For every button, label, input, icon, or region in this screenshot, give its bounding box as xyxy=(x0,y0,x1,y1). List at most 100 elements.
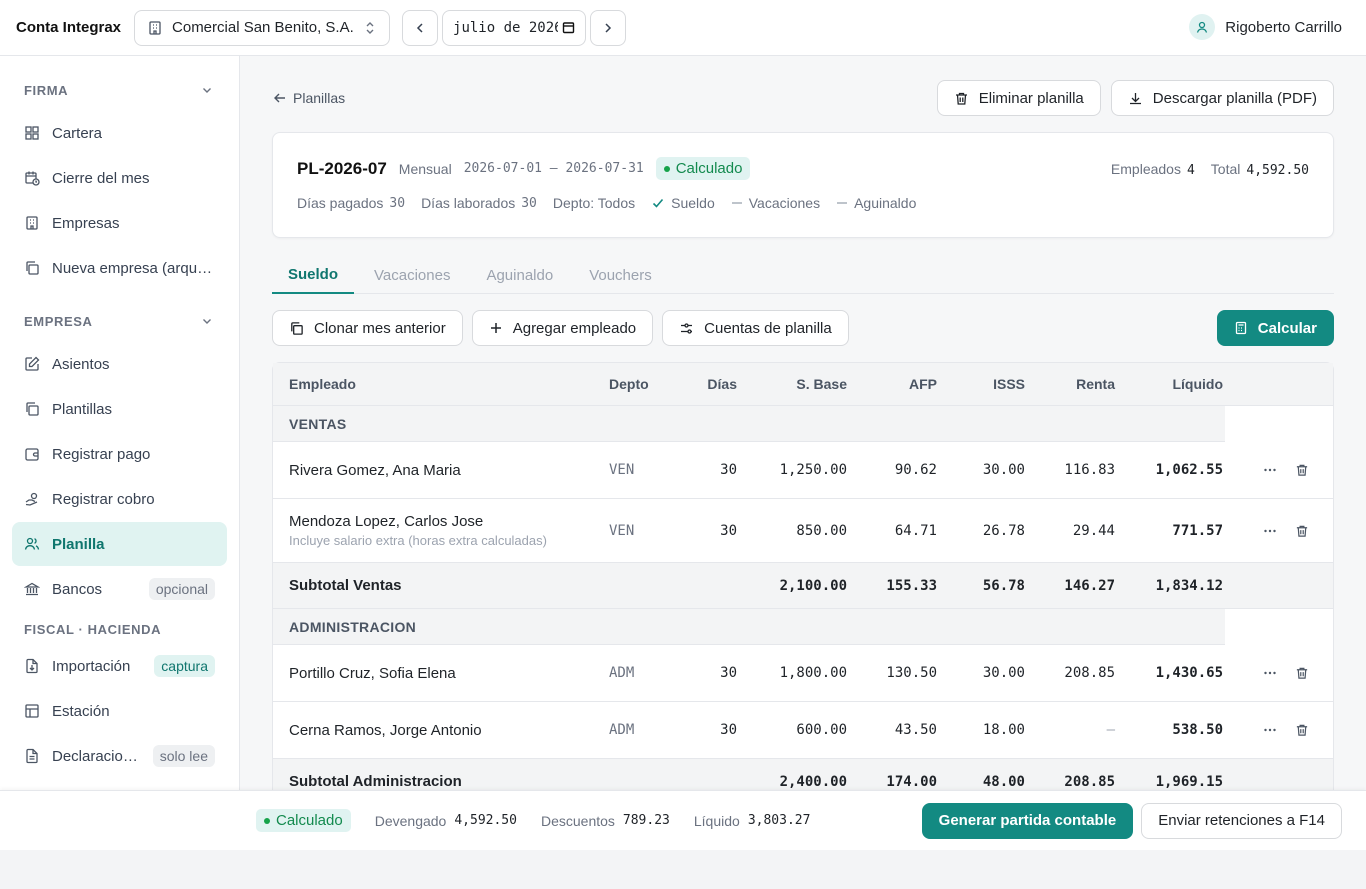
employee-isss: 30.00 xyxy=(982,462,1025,478)
trash-icon[interactable] xyxy=(1295,524,1309,538)
users-icon xyxy=(24,536,40,552)
employee-afp: 90.62 xyxy=(894,462,937,478)
column-header[interactable]: Empleado xyxy=(273,376,593,392)
tab-vouchers[interactable]: Vouchers xyxy=(573,256,668,294)
status-label: Calculado xyxy=(675,160,743,177)
column-header[interactable]: Renta xyxy=(1041,376,1131,392)
sidebar-item-registrar-pago[interactable]: Registrar pago xyxy=(12,432,227,476)
subtotal-afp: 155.33 xyxy=(886,577,937,594)
sidebar-section-firma[interactable]: FIRMA xyxy=(0,76,239,104)
table-header: Empleado Depto Días S. Base AFP ISSS Ren… xyxy=(273,363,1333,406)
month-input[interactable]: julio de 2026 xyxy=(442,9,587,46)
month-value: julio de 2026 xyxy=(453,19,559,36)
employee-days: 30 xyxy=(720,665,737,681)
sidebar-item-asientos[interactable]: Asientos xyxy=(12,342,227,386)
wallet-icon xyxy=(24,446,40,462)
delete-payroll-button[interactable]: Eliminar planilla xyxy=(936,80,1101,116)
column-header[interactable]: AFP xyxy=(863,376,953,392)
more-icon[interactable] xyxy=(1263,463,1277,477)
payroll-range: 2026-07-01 – 2026-07-31 xyxy=(463,161,644,176)
back-link[interactable]: Planillas xyxy=(273,90,345,106)
group-row: ADMINISTRACION xyxy=(273,608,1333,645)
employees-value: 4 xyxy=(1186,163,1195,178)
column-header[interactable]: Depto xyxy=(593,376,673,392)
more-icon[interactable] xyxy=(1263,524,1277,538)
chevron-down-icon xyxy=(201,315,213,327)
grid-icon xyxy=(24,125,40,141)
employee-days: 30 xyxy=(720,462,737,478)
sidebar-item-bancos[interactable]: Bancos opcional xyxy=(12,567,227,611)
sidebar-item-estacion[interactable]: Estación xyxy=(12,689,227,733)
sidebar-item-declaraciones[interactable]: Declaraciones solo lee xyxy=(12,734,227,778)
delete-label: Eliminar planilla xyxy=(978,89,1084,107)
trash-icon[interactable] xyxy=(1295,463,1309,477)
sidebar-item-cierre[interactable]: Cierre del mes xyxy=(12,156,227,200)
send-label: Enviar retenciones a F14 xyxy=(1158,812,1325,829)
payroll-accounts-button[interactable]: Cuentas de planilla xyxy=(662,310,849,346)
flag-sueldo: Sueldo xyxy=(651,195,715,211)
descuentos-total: Descuentos 789.23 xyxy=(541,813,670,829)
calendar-clock-icon xyxy=(24,170,40,186)
column-header[interactable]: S. Base xyxy=(753,376,863,392)
devengado-value: 4,592.50 xyxy=(454,813,517,828)
sidebar-item-importacion[interactable]: Importación captura xyxy=(12,644,227,688)
sidebar-item-empresas[interactable]: Empresas xyxy=(12,201,227,245)
readonly-badge: solo lee xyxy=(152,745,215,767)
sidebar-item-registrar-cobro[interactable]: Registrar cobro xyxy=(12,477,227,521)
status-dot-icon xyxy=(663,165,670,172)
column-header[interactable]: ISSS xyxy=(953,376,1041,392)
tab-vacaciones[interactable]: Vacaciones xyxy=(358,256,466,294)
tab-sueldo[interactable]: Sueldo xyxy=(272,256,355,294)
sidebar-item-label: Planilla xyxy=(52,535,105,553)
sidebar-section-empresa[interactable]: EMPRESA xyxy=(0,307,239,335)
flag-vacaciones: Vacaciones xyxy=(731,195,820,211)
employee-dept: ADM xyxy=(609,665,635,681)
download-pdf-button[interactable]: Descargar planilla (PDF) xyxy=(1110,80,1334,116)
subtotal-renta: 208.85 xyxy=(1064,773,1115,790)
add-employee-button[interactable]: Agregar empleado xyxy=(471,310,654,346)
trash-icon[interactable] xyxy=(1295,666,1309,680)
subtotal-liquido: 1,834.12 xyxy=(1155,577,1223,594)
table-row[interactable]: Portillo Cruz, Sofia Elena ADM 30 1,800.… xyxy=(273,645,1333,702)
file-text-icon xyxy=(24,748,40,764)
sidebar-item-cartera[interactable]: Cartera xyxy=(12,111,227,155)
sidebar-item-planilla[interactable]: Planilla xyxy=(12,522,227,566)
sidebar-item-plantillas[interactable]: Plantillas xyxy=(12,387,227,431)
clone-label: Clonar mes anterior xyxy=(314,319,446,337)
sidebar-section-fiscal: FISCAL · HACIENDA xyxy=(0,615,239,643)
status-badge: Calculado xyxy=(655,157,751,180)
employee-base: 1,250.00 xyxy=(779,462,847,478)
table-row[interactable]: Rivera Gomez, Ana Maria VEN 30 1,250.00 … xyxy=(273,442,1333,499)
column-header[interactable]: Líquido xyxy=(1131,376,1239,392)
payroll-table: Empleado Depto Días S. Base AFP ISSS Ren… xyxy=(272,362,1334,790)
bank-icon xyxy=(24,581,40,597)
sidebar-item-nueva-empresa[interactable]: Nueva empresa (arquetipo) xyxy=(12,246,227,290)
table-row[interactable]: Mendoza Lopez, Carlos Jose Incluye salar… xyxy=(273,499,1333,563)
sidebar-item-label: Empresas xyxy=(52,214,120,232)
calculate-button[interactable]: Calcular xyxy=(1216,310,1334,346)
send-f14-button[interactable]: Enviar retenciones a F14 xyxy=(1141,802,1342,839)
building-icon xyxy=(147,20,163,36)
table-icon xyxy=(24,703,40,719)
next-month-button[interactable] xyxy=(590,9,627,46)
column-header[interactable]: Días xyxy=(673,376,753,392)
chevron-left-icon xyxy=(413,21,427,35)
chevron-down-icon xyxy=(201,84,213,96)
total-value: 4,592.50 xyxy=(1246,163,1309,178)
more-icon[interactable] xyxy=(1263,723,1277,737)
user-menu[interactable]: Rigoberto Carrillo xyxy=(1189,14,1342,40)
trash-icon[interactable] xyxy=(1295,723,1309,737)
copy-icon xyxy=(24,260,40,276)
top-bar: Conta Integrax Comercial San Benito, S.A… xyxy=(0,0,1366,56)
employee-afp: 64.71 xyxy=(894,522,937,539)
employee-name: Cerna Ramos, Jorge Antonio xyxy=(289,721,482,739)
table-row[interactable]: Cerna Ramos, Jorge Antonio ADM 30 600.00… xyxy=(273,702,1333,759)
generate-entry-button[interactable]: Generar partida contable xyxy=(921,802,1134,839)
employee-dept: VEN xyxy=(609,522,635,539)
employee-renta: 29.44 xyxy=(1072,522,1115,539)
prev-month-button[interactable] xyxy=(402,9,439,46)
tab-aguinaldo[interactable]: Aguinaldo xyxy=(470,256,569,294)
clone-previous-button[interactable]: Clonar mes anterior xyxy=(272,310,463,346)
company-selector[interactable]: Comercial San Benito, S.A. de C.V. xyxy=(134,9,391,46)
more-icon[interactable] xyxy=(1263,666,1277,680)
